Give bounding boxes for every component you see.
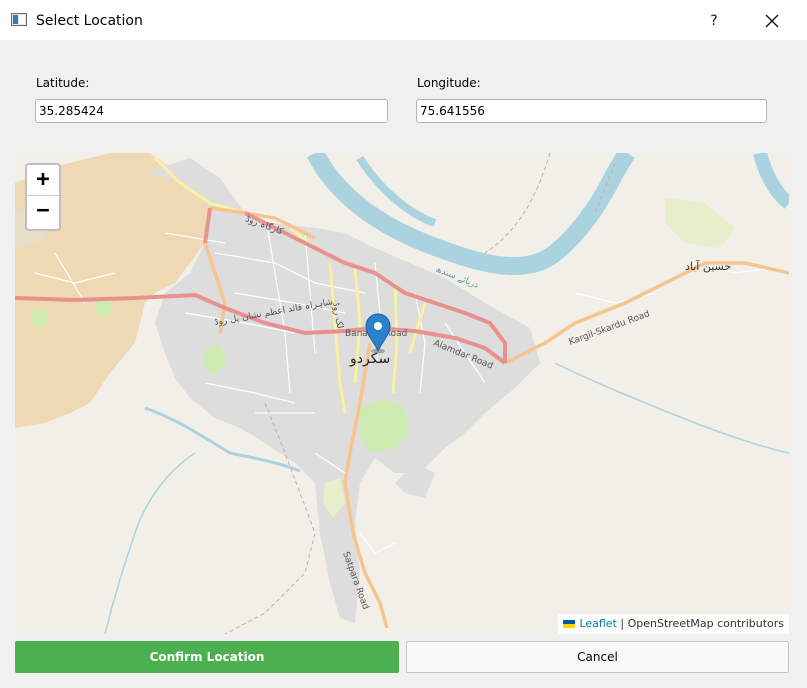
title-bar: Select Location ? bbox=[0, 0, 807, 40]
leaflet-link[interactable]: Leaflet bbox=[579, 617, 616, 630]
zoom-out-button[interactable]: − bbox=[27, 195, 59, 226]
map-label-hussainabad: حسین آباد bbox=[685, 259, 731, 273]
map-attribution: Leaflet | OpenStreetMap contributors bbox=[558, 614, 789, 634]
close-button[interactable] bbox=[758, 8, 786, 34]
window-icon bbox=[11, 13, 27, 26]
map-tiles: Alamdar Road Kargil-Skardu Road Banazar … bbox=[15, 153, 789, 634]
close-icon bbox=[765, 14, 779, 28]
ukraine-flag-icon bbox=[563, 620, 576, 628]
latitude-input[interactable] bbox=[35, 99, 388, 123]
map-label-city: سکردو bbox=[349, 351, 390, 367]
longitude-input[interactable] bbox=[416, 99, 767, 123]
longitude-label: Longitude: bbox=[417, 76, 481, 90]
cancel-button[interactable]: Cancel bbox=[406, 641, 789, 673]
zoom-control: + − bbox=[25, 163, 61, 231]
help-button[interactable]: ? bbox=[702, 10, 726, 32]
confirm-location-button[interactable]: Confirm Location bbox=[15, 641, 399, 673]
window-title: Select Location bbox=[36, 13, 143, 29]
map-view[interactable]: Alamdar Road Kargil-Skardu Road Banazar … bbox=[15, 153, 789, 634]
zoom-in-button[interactable]: + bbox=[27, 165, 59, 195]
latitude-label: Latitude: bbox=[36, 76, 90, 90]
attribution-separator: | bbox=[616, 617, 628, 630]
osm-attribution: OpenStreetMap contributors bbox=[627, 617, 784, 630]
